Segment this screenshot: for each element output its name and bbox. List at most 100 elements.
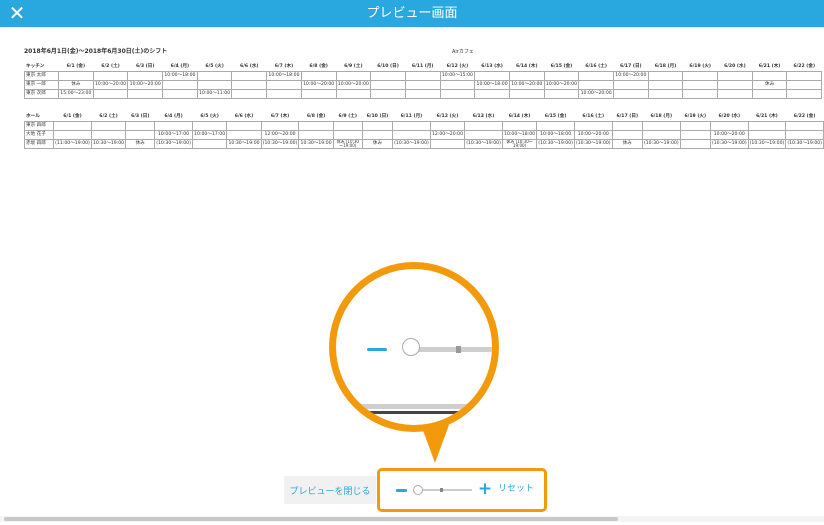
shift-cell: [611, 121, 643, 131]
shift-cell: 10:00～18:00: [536, 130, 575, 140]
shift-cell: [162, 89, 198, 99]
date-header: 6/5 (火): [192, 112, 227, 122]
shift-cell: (10:30～19:00): [573, 139, 613, 149]
shift-cell: [679, 121, 711, 131]
shift-cell: [786, 89, 823, 99]
date-header: 6/19 (火): [680, 112, 711, 122]
shift-cell: [370, 80, 406, 90]
shift-cell: [154, 121, 193, 131]
date-header: 6/4 (月): [154, 112, 193, 122]
shift-cell: 休み: [751, 80, 788, 90]
shift-cell: [231, 71, 268, 81]
shift-cell: (11:00～19:00): [53, 139, 92, 149]
shift-cell: [501, 121, 538, 131]
date-header: 6/13 (水): [464, 112, 503, 122]
shift-cell: [90, 121, 127, 131]
shift-cell: [125, 130, 156, 140]
shift-cell: [429, 121, 466, 131]
shift-cell: [300, 71, 337, 81]
section-label: キッチン: [24, 62, 59, 72]
date-header: 6/20 (水): [717, 62, 753, 72]
shift-cell: [404, 89, 441, 99]
table-row: 東京 太郎 10:00～18:00 10:00～18:00 10:00～15:00 10…: [24, 71, 823, 81]
shift-cell: 10:00～11:00: [196, 89, 233, 99]
shift-cell: [53, 121, 92, 131]
date-header: 6/3 (日): [125, 112, 155, 122]
shift-cell: 10:00～20:00: [709, 130, 749, 140]
shift-cell: [332, 121, 363, 131]
staff-name: 東京 次郎: [24, 89, 59, 99]
shift-cell: [573, 121, 613, 131]
shift-cell: [361, 130, 394, 140]
shift-cell: (10:30～19:00): [392, 139, 431, 149]
zoom-slider-thumb: [402, 338, 420, 356]
shift-cell: (10:30～19:00): [785, 139, 824, 149]
date-header: 6/13 (水): [474, 62, 510, 72]
shift-cell: 15:00～23:00: [58, 89, 94, 99]
date-header: 6/12 (火): [430, 112, 465, 122]
shift-cell: 10:00～20:00: [573, 130, 613, 140]
shift-cell: [679, 139, 711, 149]
shift-cell: (10:30～19:00): [260, 139, 300, 149]
shift-cell: [335, 71, 372, 81]
shift-cell: [543, 89, 580, 99]
shift-cell: 10:30～19:00: [298, 139, 334, 149]
shift-cell: 休み: [58, 80, 94, 90]
plus-icon[interactable]: +: [477, 479, 493, 499]
shift-cell: [682, 89, 719, 99]
header-bar: ✕ プレビュー画面: [0, 0, 824, 27]
date-header: 6/6 (水): [231, 62, 267, 72]
table-row: 赤坂 四郎 (11:00～19:00) 10:30～19:00 休み (10:30～19…: [24, 139, 824, 149]
shift-cell: [647, 89, 684, 99]
table-row: 大地 花子 10:00～17:00 10:00～17:00 12:00～20:00 12…: [24, 130, 824, 140]
shift-cell: 10:00～20:00: [578, 89, 614, 99]
divider: [336, 411, 492, 414]
date-header: 6/8 (金): [301, 62, 336, 72]
shift-cell: [191, 121, 228, 131]
shift-cell: 10:00～20:00: [335, 80, 372, 90]
shift-cell: [747, 130, 787, 140]
date-header: 6/9 (土): [333, 112, 363, 122]
shift-cell: [92, 71, 129, 81]
shift-cell: [404, 71, 441, 81]
shift-cell: [392, 121, 431, 131]
zoom-slider-track[interactable]: [415, 489, 472, 491]
date-header: 6/10 (日): [362, 112, 393, 122]
shift-cell: [641, 121, 681, 131]
close-preview-button[interactable]: プレビューを閉じる: [284, 476, 376, 504]
shift-cell: [260, 121, 300, 131]
date-header: 6/6 (水): [226, 112, 262, 122]
kitchen-shift-table: キッチン 6/1 (金) 6/2 (土) 6/3 (日) 6/4 (月) 6/5 (火) 6…: [24, 62, 823, 99]
shift-cell: [464, 121, 503, 131]
shift-cell: 10:00～20:00: [508, 80, 545, 90]
staff-name: 東京 太郎: [24, 71, 59, 81]
shift-cell: 10:00～18:00: [266, 71, 302, 81]
date-header: 6/21 (木): [752, 62, 787, 72]
shift-cell: [747, 121, 787, 131]
staff-name: 東京 四郎: [24, 121, 55, 131]
shift-cell: [647, 80, 684, 90]
date-header: 6/1 (金): [53, 112, 92, 122]
date-header: 6/8 (金): [298, 112, 334, 122]
date-header: 6/4 (月): [162, 62, 198, 72]
shift-cell: 10:00～20:00: [543, 80, 580, 90]
date-header: 6/7 (木): [266, 62, 302, 72]
table-row: 東京 四郎: [24, 121, 824, 131]
shift-cell: [439, 80, 476, 90]
minus-icon: [367, 348, 387, 351]
shift-cell: [298, 121, 334, 131]
zoom-slider-thumb[interactable]: [413, 485, 423, 495]
reset-button[interactable]: リセット: [498, 482, 534, 496]
shift-cell: [191, 139, 228, 149]
date-header: 6/14 (木): [509, 62, 545, 72]
horizontal-scrollbar-thumb[interactable]: [4, 517, 618, 521]
shift-cell: [679, 130, 711, 140]
shift-cell: [613, 80, 649, 90]
shift-cell: [751, 71, 788, 81]
shift-cell: [127, 71, 164, 81]
shift-cell: 休み: [611, 139, 643, 149]
table-row: 東京 一郎 休み 10:00～20:00 10:00～20:00 10:00～20:00…: [24, 80, 823, 90]
shift-cell: [464, 130, 503, 140]
page-title: プレビュー画面: [366, 6, 458, 21]
minus-icon[interactable]: [396, 489, 407, 492]
